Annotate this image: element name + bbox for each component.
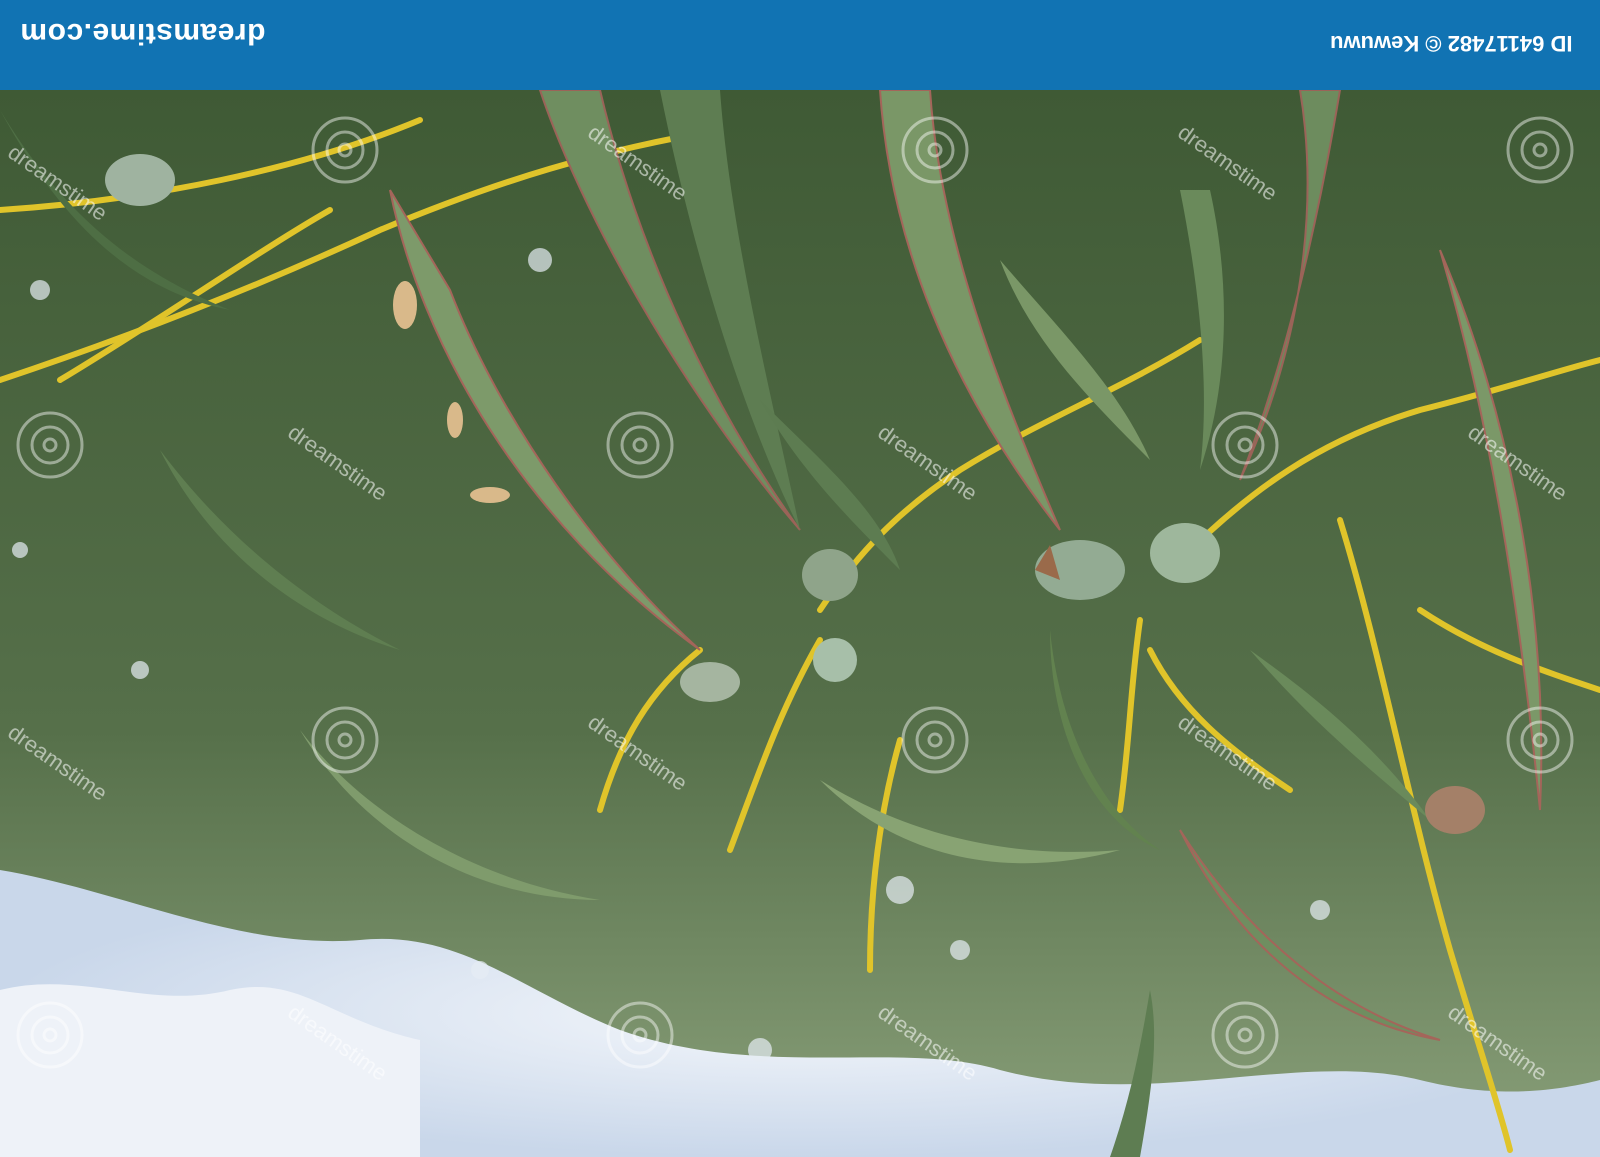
brand-logo-text: dreamstime.com	[20, 17, 266, 50]
image-credit: ID 64117482 © Kewuwu	[1329, 31, 1572, 56]
photo-eucalyptus-leaves: dreamstime dreamstime dreamstime dreamst…	[0, 90, 1600, 1157]
photo-illustration	[0, 90, 1600, 1157]
top-banner: dreamstime.com ID 64117482 © Kewuwu	[0, 0, 1600, 90]
